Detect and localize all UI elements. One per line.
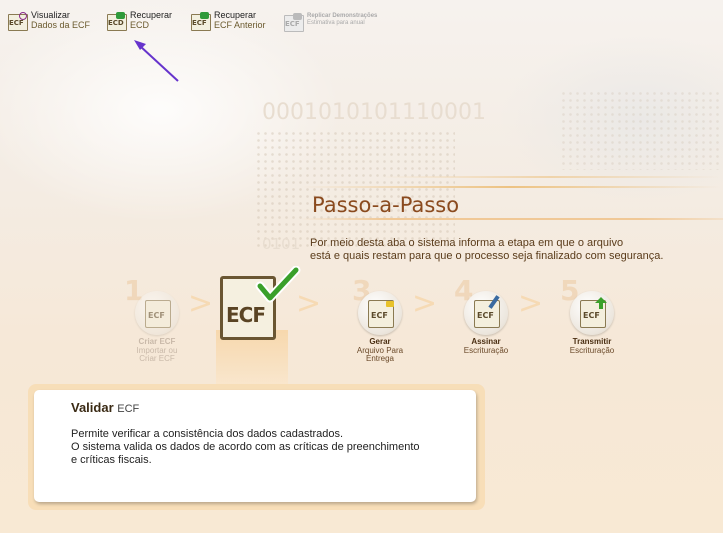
generate-file-icon: ECF: [358, 291, 402, 335]
sign-icon: ECF: [464, 291, 508, 335]
info-body: Permite verificar a consistência dos dad…: [71, 428, 420, 466]
page-title: Passo-a-Passo: [312, 193, 460, 217]
chevron-right-icon: >: [412, 286, 438, 321]
chevron-right-icon: >: [188, 286, 214, 321]
info-title: Validar ECF: [71, 400, 140, 415]
transmit-icon: ECF: [570, 291, 614, 335]
step-label: Transmitir Escrituração: [569, 337, 615, 355]
chevron-right-icon: >: [518, 286, 544, 321]
chevron-right-icon: >: [296, 286, 322, 321]
title-divider: [300, 218, 723, 220]
step-label: Assinar Escrituração: [463, 337, 509, 355]
info-panel: Validar ECF Permite verificar a consistê…: [34, 390, 476, 502]
page-description: Por meio desta aba o sistema informa a e…: [310, 237, 664, 262]
step-label: Gerar Arquivo Para Entrega: [356, 337, 404, 363]
step-label: Criar ECF Importar ou Criar ECF: [136, 337, 178, 363]
create-ecf-icon: ECF: [135, 291, 179, 335]
